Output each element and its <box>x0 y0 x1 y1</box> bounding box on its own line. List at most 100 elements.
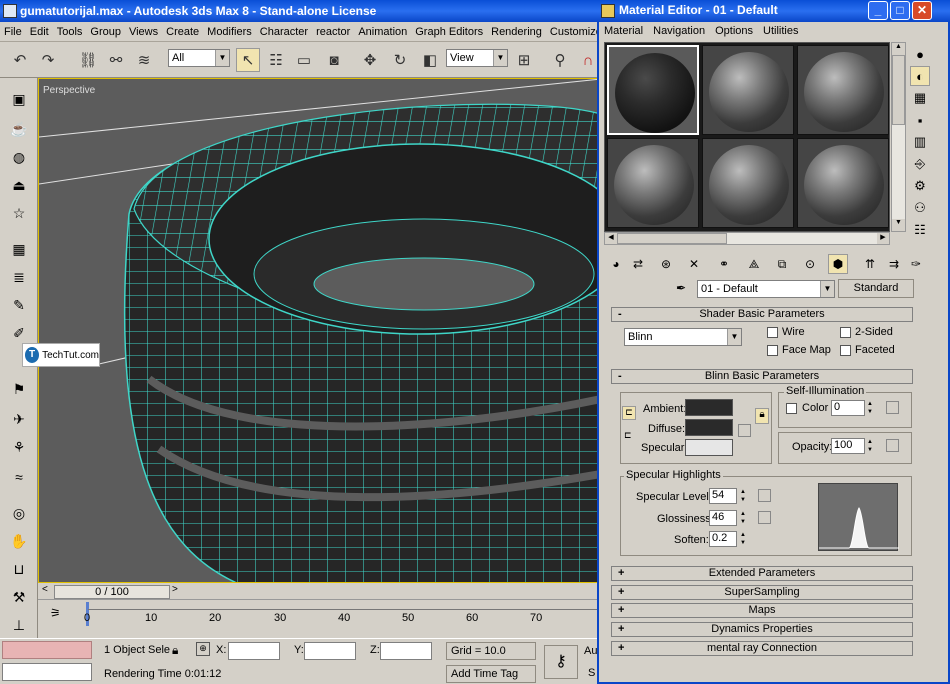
set-key-label[interactable]: S <box>588 667 595 679</box>
assign-to-selection-icon[interactable]: ⊛ <box>656 254 676 274</box>
sample-slot-6[interactable] <box>797 138 889 228</box>
time-slider[interactable]: 0 / 100 <box>54 585 170 599</box>
wire-checkbox[interactable] <box>767 327 778 338</box>
auto-key-label[interactable]: Au <box>584 645 597 657</box>
soften-spinner[interactable]: ▲ ▼ <box>738 531 748 547</box>
self-illum-color-checkbox[interactable] <box>786 403 797 414</box>
specular-level-input[interactable]: 54 <box>709 488 737 504</box>
get-material-icon[interactable]: ◕ <box>606 254 626 274</box>
sample-slot-3[interactable] <box>797 45 889 135</box>
menu-options[interactable]: Options <box>710 25 758 37</box>
two-sided-checkbox[interactable] <box>840 327 851 338</box>
star-icon[interactable]: ☆ <box>7 202 31 224</box>
add-time-tag-button[interactable]: Add Time Tag <box>446 665 536 683</box>
reset-map-icon[interactable]: ✕ <box>684 254 704 274</box>
diffuse-map-button[interactable] <box>738 424 751 437</box>
menu-rendering[interactable]: Rendering <box>487 26 546 38</box>
checker-icon[interactable]: ▦ <box>7 238 31 260</box>
show-end-result-icon[interactable]: ⬢ <box>828 254 848 274</box>
menu-material[interactable]: Material <box>599 25 648 37</box>
sample-slot-2[interactable] <box>702 45 794 135</box>
glossiness-map-button[interactable] <box>758 511 771 524</box>
scroll-right-icon[interactable]: ▶ <box>877 233 889 244</box>
self-illum-spinner[interactable]: ▲ ▼ <box>865 400 875 416</box>
menu-edit[interactable]: Edit <box>26 26 53 38</box>
soften-input[interactable]: 0.2 <box>709 531 737 547</box>
x-coordinate-input[interactable] <box>228 642 280 660</box>
sample-uv-tiling-icon[interactable]: ▪ <box>910 110 930 130</box>
menu-group[interactable]: Group <box>86 26 125 38</box>
video-color-check-icon[interactable]: ▥ <box>910 132 930 152</box>
perspective-viewport[interactable]: Perspective <box>38 78 600 583</box>
menu-views[interactable]: Views <box>125 26 162 38</box>
select-by-name-icon[interactable]: ☷ <box>264 48 288 72</box>
select-by-material-icon[interactable]: ⚇ <box>910 198 930 218</box>
blinn-basic-params-rollout[interactable]: - Blinn Basic Parameters <box>611 369 913 384</box>
menu-navigation[interactable]: Navigation <box>648 25 710 37</box>
supersampling-rollout[interactable]: + SuperSampling <box>611 585 913 600</box>
opacity-map-button[interactable] <box>886 439 899 452</box>
z-coordinate-input[interactable] <box>380 642 432 660</box>
material-name-field[interactable]: 01 - Default ▼ <box>697 280 835 298</box>
move-icon[interactable]: ✥ <box>358 48 382 72</box>
self-illum-value-input[interactable]: 0 <box>831 400 865 416</box>
glossiness-input[interactable]: 46 <box>709 510 737 526</box>
rotate-icon[interactable]: ↻ <box>388 48 412 72</box>
opacity-input[interactable]: 100 <box>831 438 865 454</box>
eyedropper-icon[interactable]: ✒ <box>676 281 690 295</box>
bind-space-warp-icon[interactable]: ≋ <box>132 48 156 72</box>
window-crossing-icon[interactable]: ◙ <box>322 48 346 72</box>
maximize-button[interactable]: □ <box>890 1 910 20</box>
helper-icon[interactable]: ⚑ <box>7 378 31 400</box>
menu-reactor[interactable]: reactor <box>312 26 354 38</box>
maps-rollout[interactable]: + Maps <box>611 603 913 618</box>
backlight-icon[interactable]: ◐ <box>910 66 930 86</box>
menu-modifiers[interactable]: Modifiers <box>203 26 256 38</box>
sample-slot-4[interactable] <box>607 138 699 228</box>
select-link-icon[interactable]: ⛓ <box>76 48 100 72</box>
scroll-down-icon[interactable]: ▼ <box>892 219 905 231</box>
mental-ray-connection-rollout[interactable]: + mental ray Connection <box>611 641 913 656</box>
absolute-mode-icon[interactable]: ⊕ <box>196 642 210 656</box>
slots-horizontal-scrollbar[interactable]: ◀ ▶ <box>604 232 890 245</box>
scroll-thumb[interactable] <box>892 55 905 125</box>
specular-level-spinner[interactable]: ▲ ▼ <box>738 488 748 504</box>
redo-icon[interactable]: ↷ <box>36 48 60 72</box>
menu-create[interactable]: Create <box>162 26 203 38</box>
stack-icon[interactable]: ≣ <box>7 266 31 288</box>
slider-right-arrow[interactable]: > <box>172 584 178 595</box>
leg-icon[interactable]: ⚘ <box>7 436 31 458</box>
y-coordinate-input[interactable] <box>304 642 356 660</box>
scroll-left-icon[interactable]: ◀ <box>605 233 617 244</box>
menu-animation[interactable]: Animation <box>354 26 411 38</box>
close-button[interactable]: ✕ <box>912 1 932 20</box>
put-to-scene-icon[interactable]: ⇄ <box>628 254 648 274</box>
background-checker-icon[interactable]: ▦ <box>910 88 930 108</box>
menu-graph-editors[interactable]: Graph Editors <box>411 26 487 38</box>
unlink-icon[interactable]: ⚯ <box>104 48 128 72</box>
lock-icon[interactable]: 🔒︎ <box>755 408 769 424</box>
opacity-spinner[interactable]: ▲ ▼ <box>865 438 875 454</box>
wave-icon[interactable]: ≈ <box>7 466 31 488</box>
undo-icon[interactable]: ↶ <box>8 48 32 72</box>
extended-params-rollout[interactable]: + Extended Parameters <box>611 566 913 581</box>
plane-icon[interactable]: ✈ <box>7 408 31 430</box>
lock-ambient-diffuse-icon[interactable]: ⊏ <box>622 406 636 420</box>
shader-basic-params-rollout[interactable]: - Shader Basic Parameters <box>611 307 913 322</box>
cone-icon[interactable]: ⏏ <box>7 174 31 196</box>
sample-slot-5[interactable] <box>702 138 794 228</box>
set-key-icon[interactable]: ⚷ <box>544 645 578 679</box>
options-icon[interactable]: ⚙ <box>910 176 930 196</box>
create-box-icon[interactable]: ▣ <box>7 88 31 110</box>
diffuse-color-swatch[interactable] <box>685 419 733 436</box>
dynamics-properties-rollout[interactable]: + Dynamics Properties <box>611 622 913 637</box>
ambient-color-swatch[interactable] <box>685 399 733 416</box>
self-illum-map-button[interactable] <box>886 401 899 414</box>
pick-material-icon[interactable]: ✑ <box>906 254 926 274</box>
sphere-icon[interactable]: ◍ <box>7 146 31 168</box>
lock-specular-icon[interactable]: ⊏ <box>624 430 636 442</box>
hand-icon[interactable]: ✋ <box>7 530 31 552</box>
teapot-icon[interactable]: ☕ <box>7 118 31 140</box>
go-to-parent-icon[interactable]: ⇈ <box>860 254 880 274</box>
bottle-icon[interactable]: ⊔ <box>7 558 31 580</box>
